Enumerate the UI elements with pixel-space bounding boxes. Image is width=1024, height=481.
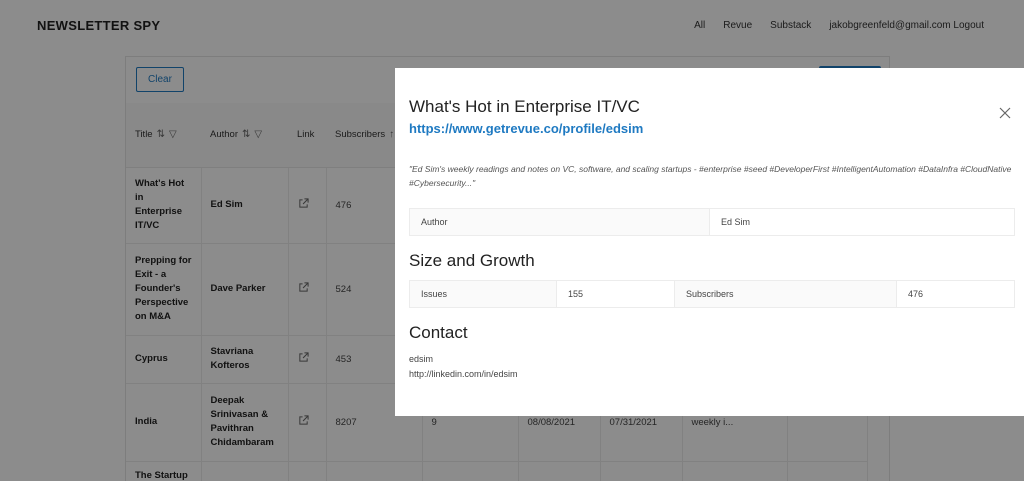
newsletter-description: "Ed Sim's weekly readings and notes on V… (409, 164, 1012, 188)
contact-linkedin[interactable]: http://linkedin.com/in/edsim (409, 369, 518, 379)
size-growth-table: Issues 155 Subscribers 476 (409, 280, 1015, 308)
issues-label: Issues (409, 280, 557, 308)
size-growth-heading: Size and Growth (409, 251, 535, 270)
contact-heading: Contact (409, 323, 468, 342)
author-info-table: Author Ed Sim (409, 208, 1015, 236)
author-label: Author (409, 208, 710, 236)
newsletter-detail-modal: What's Hot in Enterprise IT/VC https://w… (395, 68, 1024, 416)
issues-value: 155 (556, 280, 675, 308)
modal-title: What's Hot in Enterprise IT/VC (409, 97, 640, 116)
close-icon[interactable] (998, 106, 1012, 120)
contact-handle: edsim (409, 354, 434, 364)
subscribers-label: Subscribers (674, 280, 897, 308)
subscribers-value: 476 (896, 280, 1015, 308)
newsletter-profile-link[interactable]: https://www.getrevue.co/profile/edsim (409, 121, 643, 136)
author-value: Ed Sim (709, 208, 1015, 236)
